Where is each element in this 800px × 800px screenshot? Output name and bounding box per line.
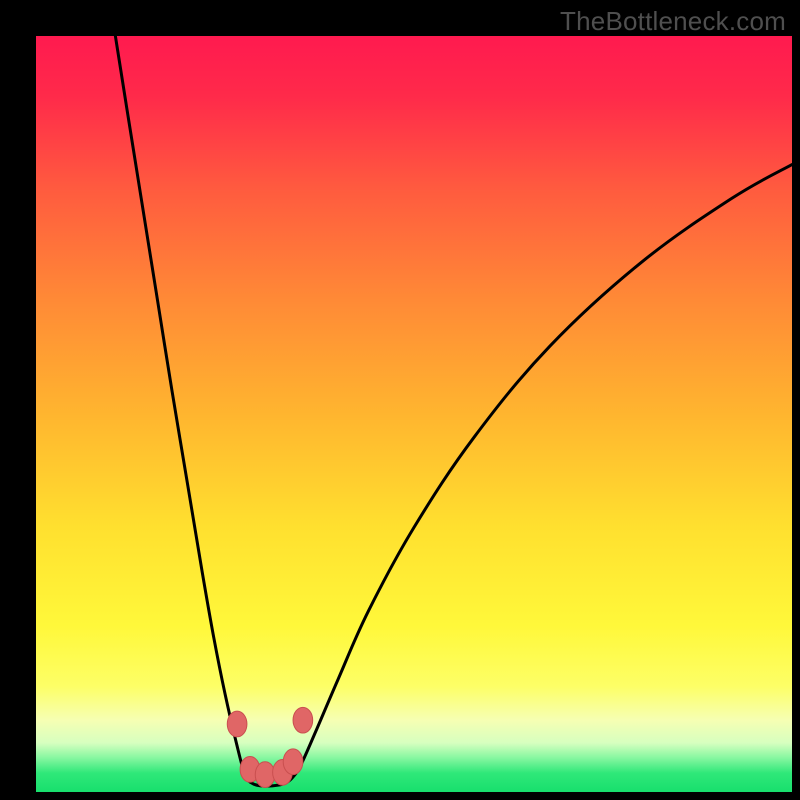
- plot-area: [36, 36, 792, 792]
- highlight-marker: [255, 762, 275, 788]
- highlight-marker: [283, 749, 303, 775]
- highlight-marker: [293, 707, 313, 733]
- highlight-markers: [227, 707, 312, 787]
- chart-frame: TheBottleneck.com: [0, 0, 800, 800]
- watermark-text: TheBottleneck.com: [560, 6, 786, 37]
- curve-layer: [36, 36, 792, 792]
- bottleneck-curve: [115, 36, 792, 786]
- highlight-marker: [227, 711, 247, 737]
